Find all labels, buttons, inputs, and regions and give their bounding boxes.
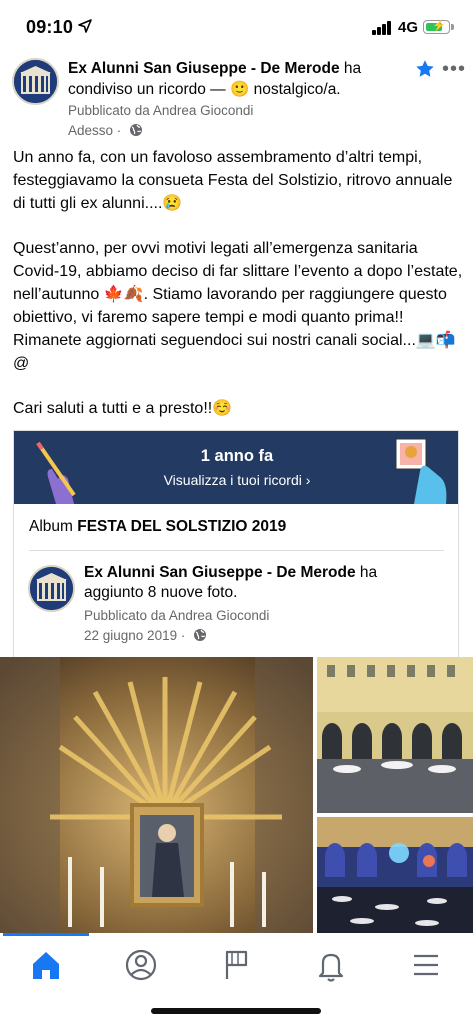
post-time[interactable]: Adesso <box>68 123 113 138</box>
hand-photo-illustration-icon <box>395 438 447 504</box>
post-paragraph-2: Quest’anno, per ovvi motivi legati all’e… <box>13 240 463 372</box>
more-options-icon[interactable]: ••• <box>442 58 466 81</box>
feeling-text: nostalgico/a. <box>249 81 341 98</box>
page-avatar[interactable] <box>12 58 59 105</box>
shared-post-text: Ex Alunni San Giuseppe - De Merode ha ag… <box>84 563 439 603</box>
shared-published-by: Pubblicato da Andrea Giocondi <box>84 608 270 623</box>
home-icon[interactable] <box>26 945 66 985</box>
chevron-right-icon: › <box>305 472 311 488</box>
shared-post-meta: 22 giugno 2019 · <box>84 628 207 643</box>
post-paragraph-3: Cari saluti a tutti e a presto!!☺️ <box>13 400 233 417</box>
post-body: Un anno fa, con un favoloso assembrament… <box>13 146 465 442</box>
post-header-text: Ex Alunni San Giuseppe - De Merode ha co… <box>68 58 413 100</box>
network-label: 4G <box>398 19 419 36</box>
card-divider <box>29 550 444 551</box>
globe-icon <box>130 124 143 136</box>
star-icon[interactable] <box>414 58 436 80</box>
photo-evening-event[interactable] <box>317 817 473 935</box>
shared-post-date[interactable]: 22 giugno 2019 <box>84 628 177 643</box>
battery-cap <box>451 24 454 30</box>
shared-page-name-link[interactable]: Ex Alunni San Giuseppe - De Merode <box>84 564 356 581</box>
photo-courtyard[interactable] <box>317 657 473 813</box>
menu-icon[interactable] <box>406 945 446 985</box>
page-name-link[interactable]: Ex Alunni San Giuseppe - De Merode <box>68 60 340 77</box>
feeling-emoji-icon: 🙂 <box>229 81 250 98</box>
signal-icon <box>372 21 392 35</box>
battery-icon: ⚡ <box>423 20 450 34</box>
status-bar: 09:10 4G ⚡ <box>0 0 473 56</box>
memory-card[interactable]: 1 anno fa Visualizza i tuoi ricordi › Al… <box>13 430 459 660</box>
active-tab-indicator <box>3 933 89 936</box>
shared-page-avatar[interactable] <box>28 565 75 612</box>
status-time: 09:10 <box>26 17 74 37</box>
flag-icon[interactable] <box>216 945 256 985</box>
memory-banner[interactable]: 1 anno fa Visualizza i tuoi ricordi › <box>14 431 458 504</box>
published-by: Pubblicato da Andrea Giocondi <box>68 103 254 118</box>
globe-icon <box>194 629 207 641</box>
profile-icon[interactable] <box>121 945 161 985</box>
bell-icon[interactable] <box>311 945 351 985</box>
home-indicator[interactable] <box>151 1008 321 1014</box>
photo-altar[interactable] <box>0 657 313 935</box>
album-title[interactable]: Album FESTA DEL SOLSTIZIO 2019 <box>29 518 286 536</box>
post-paragraph-1: Un anno fa, con un favoloso assembrament… <box>13 149 453 212</box>
location-arrow-icon <box>78 19 92 33</box>
post-meta: Adesso · <box>68 123 143 138</box>
